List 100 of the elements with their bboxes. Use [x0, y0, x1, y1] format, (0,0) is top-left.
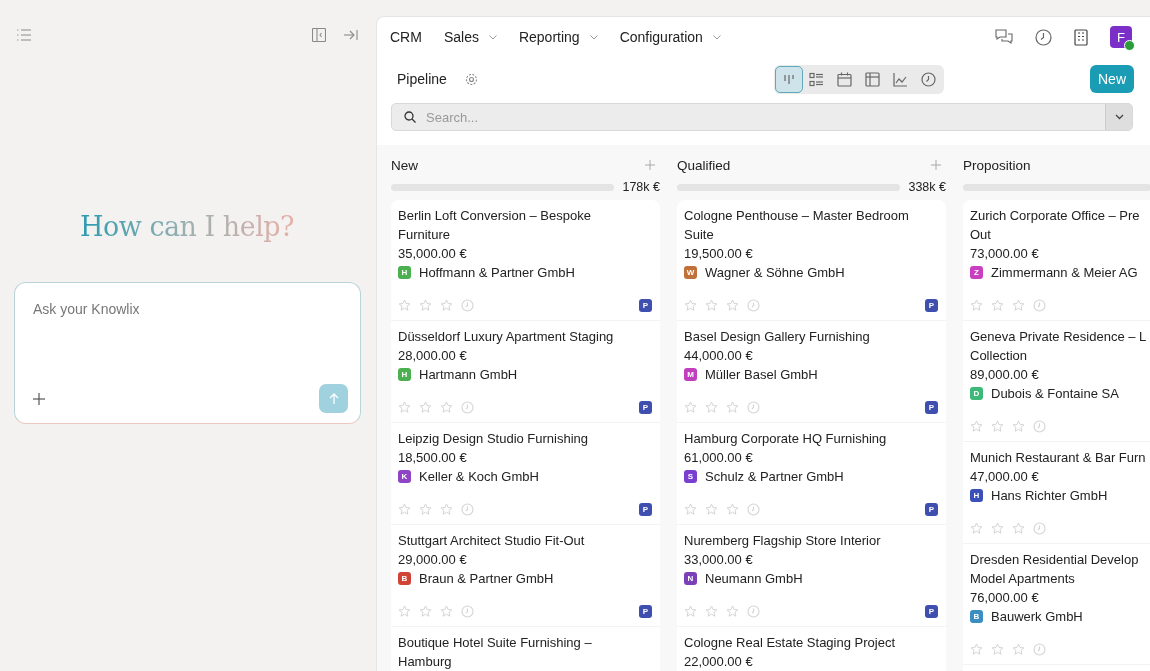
- star-icon[interactable]: [440, 502, 453, 516]
- plus-icon[interactable]: [33, 392, 45, 405]
- star-icon[interactable]: [705, 298, 718, 312]
- star-icon[interactable]: [398, 604, 411, 618]
- deal-title[interactable]: Munich Restaurant & Bar Furn: [970, 448, 1143, 467]
- star-icon[interactable]: [970, 419, 983, 433]
- priority-stars[interactable]: [684, 298, 739, 312]
- star-icon[interactable]: [726, 400, 739, 414]
- star-icon[interactable]: [419, 400, 432, 414]
- company-avatar: M: [684, 368, 697, 381]
- star-icon[interactable]: [440, 400, 453, 414]
- priority-stars[interactable]: [684, 502, 739, 516]
- send-button[interactable]: [319, 384, 348, 413]
- star-icon[interactable]: [684, 400, 697, 414]
- settings-icon[interactable]: [464, 72, 478, 86]
- star-icon[interactable]: [991, 298, 1004, 312]
- priority-stars[interactable]: [970, 521, 1025, 535]
- nav-menu-item[interactable]: CRM: [390, 29, 422, 45]
- star-icon[interactable]: [1012, 642, 1025, 656]
- chat-icon[interactable]: [995, 29, 1013, 45]
- star-icon[interactable]: [440, 298, 453, 312]
- star-icon[interactable]: [419, 502, 432, 516]
- deal-amount: 76,000.00 €: [970, 589, 1040, 607]
- search-options-button[interactable]: [1105, 104, 1132, 130]
- company-name: Zimmermann & Meier AG: [991, 264, 1138, 282]
- deal-amount: 73,000.00 €: [970, 245, 1040, 263]
- company-avatar: H: [398, 368, 411, 381]
- deal-title[interactable]: Zurich Corporate Office – Pre Out: [970, 206, 1143, 244]
- deal-title[interactable]: Basel Design Gallery Furnishing: [684, 327, 938, 346]
- star-icon[interactable]: [398, 400, 411, 414]
- search-input[interactable]: Search...: [426, 109, 1105, 125]
- ask-input-field[interactable]: Ask your Knowlix: [33, 301, 348, 317]
- company-avatar: N: [684, 572, 697, 585]
- deal-amount: 44,000.00 €: [684, 347, 754, 365]
- company-avatar: S: [684, 470, 697, 483]
- star-icon[interactable]: [398, 298, 411, 312]
- deal-amount: 19,500.00 €: [684, 245, 754, 263]
- nav-menu-item[interactable]: Reporting: [518, 29, 598, 45]
- priority-stars[interactable]: [398, 502, 453, 516]
- star-icon[interactable]: [991, 419, 1004, 433]
- column-title: Qualified: [677, 157, 731, 173]
- deal-title[interactable]: Cologne Penthouse – Master Bedroom Suite: [684, 206, 938, 244]
- priority-stars[interactable]: [970, 642, 1025, 656]
- star-icon[interactable]: [991, 642, 1004, 656]
- search-field[interactable]: Search...: [391, 103, 1133, 131]
- star-icon[interactable]: [684, 502, 697, 516]
- clock-icon[interactable]: [1035, 28, 1052, 46]
- priority-stars[interactable]: [398, 400, 453, 414]
- star-icon[interactable]: [991, 521, 1004, 535]
- company-avatar: D: [970, 387, 983, 400]
- star-icon[interactable]: [726, 604, 739, 618]
- menu-icon[interactable]: [17, 29, 31, 41]
- star-icon[interactable]: [705, 400, 718, 414]
- building-icon[interactable]: [1074, 28, 1088, 46]
- deal-title[interactable]: Berlin Loft Conversion – Bespoke Furniture: [398, 206, 652, 244]
- nav-menu-item[interactable]: Configuration: [619, 29, 721, 45]
- star-icon[interactable]: [705, 502, 718, 516]
- deal-title[interactable]: Boutique Hotel Suite Furnishing – Hamburg: [398, 633, 652, 671]
- deal-title[interactable]: Düsseldorf Luxury Apartment Staging: [398, 327, 652, 346]
- star-icon[interactable]: [1012, 298, 1025, 312]
- star-icon[interactable]: [970, 521, 983, 535]
- company-avatar: W: [684, 266, 697, 279]
- star-icon[interactable]: [970, 642, 983, 656]
- deal-amount: 22,000.00 €: [684, 653, 754, 671]
- deal-title[interactable]: Stuttgart Architect Studio Fit-Out: [398, 531, 652, 550]
- company-avatar: B: [970, 610, 983, 623]
- priority-stars[interactable]: [684, 400, 739, 414]
- company-avatar: B: [398, 572, 411, 585]
- deal-title[interactable]: Cologne Real Estate Staging Project: [684, 633, 938, 652]
- star-icon[interactable]: [419, 604, 432, 618]
- star-icon[interactable]: [970, 298, 983, 312]
- star-icon[interactable]: [684, 604, 697, 618]
- star-icon[interactable]: [419, 298, 432, 312]
- user-avatar[interactable]: F: [1110, 26, 1132, 48]
- star-icon[interactable]: [684, 298, 697, 312]
- priority-stars[interactable]: [970, 298, 1025, 312]
- priority-stars[interactable]: [684, 604, 739, 618]
- deal-amount: 61,000.00 €: [684, 449, 754, 467]
- company-name: Neumann GmbH: [705, 570, 803, 588]
- star-icon[interactable]: [726, 298, 739, 312]
- owner-avatar: P: [925, 400, 938, 414]
- view-kanban-icon[interactable]: [774, 65, 803, 93]
- deal-title[interactable]: Nuremberg Flagship Store Interior: [684, 531, 938, 550]
- deal-title[interactable]: Dresden Residential Develop Model Apartments: [970, 550, 1143, 588]
- sidebar-icon[interactable]: [312, 28, 326, 42]
- star-icon[interactable]: [705, 604, 718, 618]
- arrow-to-line-icon[interactable]: [344, 29, 358, 41]
- priority-stars[interactable]: [398, 604, 453, 618]
- company-avatar: Z: [970, 266, 983, 279]
- deal-title[interactable]: Leipzig Design Studio Furnishing: [398, 429, 652, 448]
- star-icon[interactable]: [398, 502, 411, 516]
- priority-stars[interactable]: [970, 419, 1025, 433]
- deal-title[interactable]: Hamburg Corporate HQ Furnishing: [684, 429, 938, 448]
- star-icon[interactable]: [440, 604, 453, 618]
- star-icon[interactable]: [726, 502, 739, 516]
- star-icon[interactable]: [1012, 419, 1025, 433]
- deal-amount: 35,000.00 €: [398, 245, 468, 263]
- priority-stars[interactable]: [398, 298, 453, 312]
- nav-menu-item[interactable]: Sales: [443, 29, 497, 45]
- star-icon[interactable]: [1012, 521, 1025, 535]
